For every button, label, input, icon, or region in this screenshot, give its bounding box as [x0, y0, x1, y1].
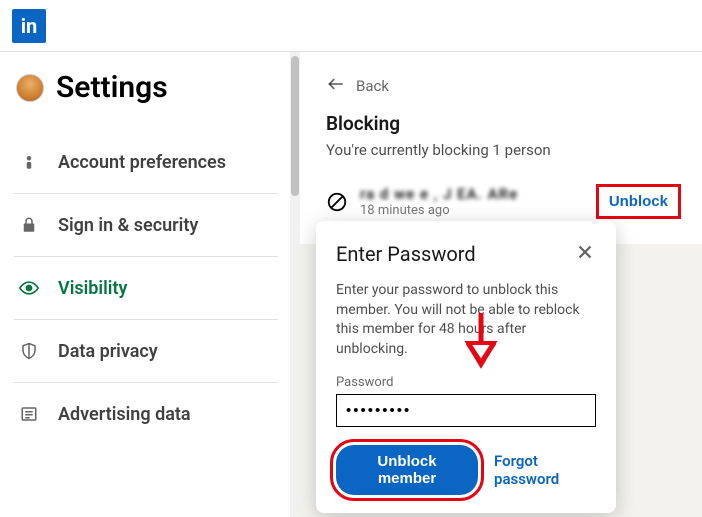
modal-description: Enter your password to unblock this memb… [336, 281, 596, 359]
modal-header: Enter Password [336, 241, 596, 267]
divider [14, 319, 278, 320]
close-icon[interactable] [574, 241, 596, 267]
top-bar: in [0, 0, 702, 52]
sidebar-item-data-privacy[interactable]: Data privacy [14, 326, 278, 376]
page-title: Settings [56, 70, 168, 105]
divider [14, 193, 278, 194]
back-label: Back [356, 77, 389, 95]
password-label: Password [336, 375, 596, 390]
settings-header: Settings [14, 70, 278, 105]
sidebar-item-account-preferences[interactable]: Account preferences [14, 137, 278, 187]
password-input[interactable] [336, 394, 596, 427]
section-title: Blocking [326, 112, 676, 135]
sidebar-item-label: Advertising data [58, 404, 191, 425]
block-icon [326, 191, 348, 213]
arrow-left-icon [326, 74, 346, 98]
sidebar-item-label: Data privacy [58, 341, 158, 362]
modal-actions: Unblock member Forgot password [336, 445, 596, 495]
divider [14, 256, 278, 257]
blocked-member-info: ra d we e , J EA. ARe 18 minutes ago [326, 185, 518, 218]
modal-title: Enter Password [336, 242, 476, 266]
sidebar-item-label: Account preferences [58, 152, 226, 173]
scroll-thumb[interactable] [291, 56, 299, 196]
avatar[interactable] [16, 74, 44, 102]
content-panel: Back Blocking You're currently blocking … [300, 52, 702, 244]
sidebar-item-sign-in-security[interactable]: Sign in & security [14, 200, 278, 250]
blocked-member-time: 18 minutes ago [360, 203, 518, 218]
sidebar-item-advertising-data[interactable]: Advertising data [14, 389, 278, 439]
divider [14, 382, 278, 383]
section-subtitle: You're currently blocking 1 person [326, 141, 676, 159]
sidebar: Settings Account preferences Sign in & s… [0, 52, 290, 517]
sidebar-item-label: Sign in & security [58, 215, 198, 236]
person-icon [18, 151, 40, 173]
sidebar-item-visibility[interactable]: Visibility [14, 263, 278, 313]
back-button[interactable]: Back [326, 74, 676, 98]
scrollbar[interactable] [290, 52, 300, 517]
forgot-password-link[interactable]: Forgot password [494, 452, 596, 488]
unblock-member-button[interactable]: Unblock member [336, 445, 478, 495]
eye-icon [18, 277, 40, 299]
password-modal: Enter Password Enter your password to un… [316, 221, 616, 513]
layout: Settings Account preferences Sign in & s… [0, 52, 702, 517]
linkedin-logo[interactable]: in [12, 9, 46, 43]
unblock-button[interactable]: Unblock [601, 189, 676, 214]
blocked-member-row: ra d we e , J EA. ARe 18 minutes ago Unb… [326, 181, 676, 222]
main-content: Back Blocking You're currently blocking … [300, 52, 702, 517]
newspaper-icon [18, 403, 40, 425]
shield-icon [18, 340, 40, 362]
lock-icon [18, 214, 40, 236]
sidebar-item-label: Visibility [58, 278, 127, 299]
blocked-member-name: ra d we e , J EA. ARe [360, 185, 518, 203]
